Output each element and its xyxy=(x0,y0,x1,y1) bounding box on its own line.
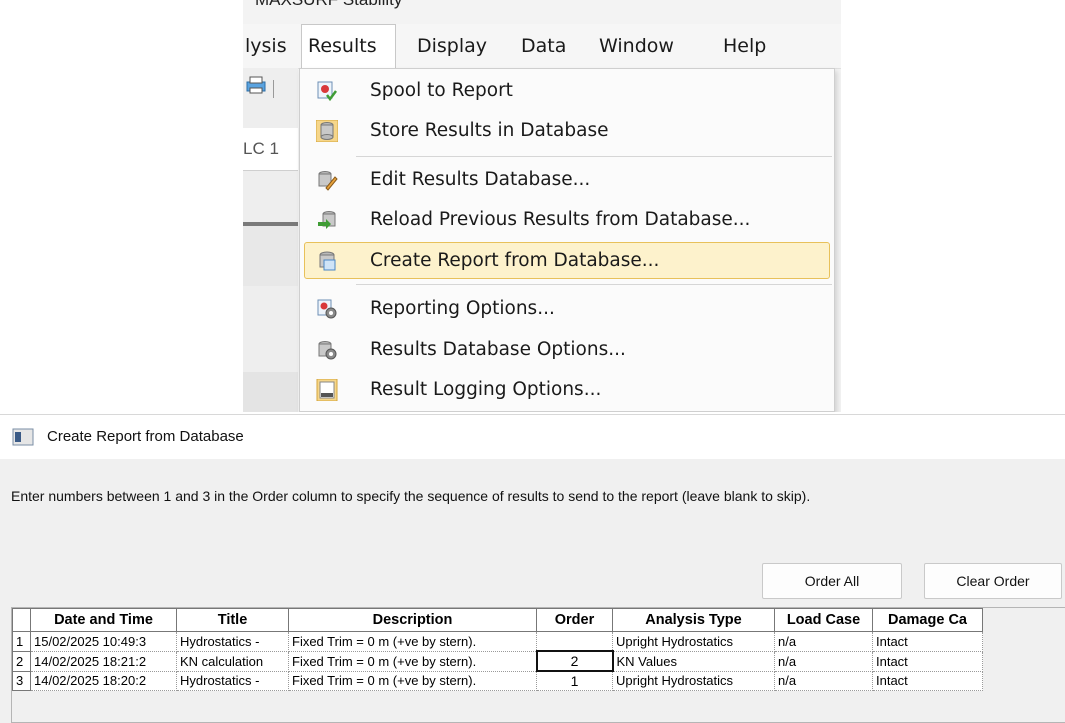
cell-title[interactable]: Hydrostatics - xyxy=(176,670,289,691)
dialog-title: Create Report from Database xyxy=(47,428,244,445)
results-menu: Spool to Report Store Results in Databas… xyxy=(299,68,835,412)
corner-header xyxy=(12,608,31,632)
menu-item-label: Results Database Options... xyxy=(370,339,626,360)
reload-database-icon xyxy=(318,211,336,229)
menu-item-label: Spool to Report xyxy=(370,80,513,101)
application-window: MAXSURF Stability lysis Results Display … xyxy=(243,0,841,412)
menu-item-result-logging-options[interactable]: Result Logging Options... xyxy=(300,370,834,410)
table-header-row: Date and Time Title Description Order An… xyxy=(12,608,983,632)
menu-display[interactable]: Display xyxy=(411,24,493,68)
cell-date-time[interactable]: 15/02/2025 10:49:3 xyxy=(30,631,177,652)
table-row: 3 14/02/2025 18:20:2 Hydrostatics - Fixe… xyxy=(12,670,983,691)
menu-separator xyxy=(356,156,832,157)
table-row: 1 15/02/2025 10:49:3 Hydrostatics - Fixe… xyxy=(12,631,983,652)
cell-title[interactable]: Hydrostatics - xyxy=(176,631,289,652)
cell-order[interactable]: 1 xyxy=(536,670,613,691)
menu-item-label: Result Logging Options... xyxy=(370,379,602,400)
menu-help[interactable]: Help xyxy=(717,24,772,68)
menu-item-results-database-options[interactable]: Results Database Options... xyxy=(300,330,834,370)
instructions-text: Enter numbers between 1 and 3 in the Ord… xyxy=(11,488,811,504)
toolbar-separator xyxy=(273,80,274,98)
menu-item-reload-previous-results[interactable]: Reload Previous Results from Database... xyxy=(300,200,834,240)
cell-damage-case[interactable]: Intact xyxy=(872,650,983,672)
menu-item-reporting-options[interactable]: Reporting Options... xyxy=(300,289,834,329)
dialog-body: Enter numbers between 1 and 3 in the Ord… xyxy=(0,459,1065,723)
create-report-dialog: Create Report from Database Enter number… xyxy=(0,414,1065,723)
cell-damage-case[interactable]: Intact xyxy=(872,631,983,652)
cell-date-time[interactable]: 14/02/2025 18:21:2 xyxy=(30,650,177,672)
menu-item-label: Reload Previous Results from Database... xyxy=(370,209,751,230)
menu-separator xyxy=(356,284,832,285)
cell-order-selected[interactable]: 2 xyxy=(535,650,614,672)
table-row: 2 14/02/2025 18:21:2 KN calculation Fixe… xyxy=(12,650,983,672)
menu-item-label: Reporting Options... xyxy=(370,298,555,319)
cell-load-case[interactable]: n/a xyxy=(774,631,873,652)
menu-window[interactable]: Window xyxy=(593,24,680,68)
row-number[interactable]: 2 xyxy=(12,650,31,672)
log-icon xyxy=(316,379,338,401)
cell-analysis-type[interactable]: Upright Hydrostatics xyxy=(612,670,775,691)
cell-damage-case[interactable]: Intact xyxy=(872,670,983,691)
print-icon[interactable] xyxy=(245,74,267,96)
menu-analysis[interactable]: lysis xyxy=(243,24,293,68)
cell-order[interactable] xyxy=(536,631,613,652)
cell-date-time[interactable]: 14/02/2025 18:20:2 xyxy=(30,670,177,691)
window-icon xyxy=(12,428,34,446)
row-number[interactable]: 3 xyxy=(12,670,31,691)
cell-description[interactable]: Fixed Trim = 0 m (+ve by stern). xyxy=(288,631,537,652)
database-options-icon xyxy=(318,341,337,360)
results-grid: Date and Time Title Description Order An… xyxy=(11,607,1065,723)
dialog-titlebar: Create Report from Database xyxy=(0,415,1065,459)
column-header-damage-case[interactable]: Damage Ca xyxy=(872,608,983,632)
order-all-button[interactable]: Order All xyxy=(762,563,902,599)
menu-item-create-report-from-database[interactable]: Create Report from Database... xyxy=(300,241,834,281)
cell-description[interactable]: Fixed Trim = 0 m (+ve by stern). xyxy=(288,670,537,691)
column-header-analysis-type[interactable]: Analysis Type xyxy=(612,608,775,632)
results-table: Date and Time Title Description Order An… xyxy=(12,608,983,691)
cell-analysis-type[interactable]: Upright Hydrostatics xyxy=(612,631,775,652)
database-icon xyxy=(316,120,338,142)
panel-header xyxy=(243,226,298,286)
menu-item-label: Edit Results Database... xyxy=(370,169,591,190)
cell-description[interactable]: Fixed Trim = 0 m (+ve by stern). xyxy=(288,650,537,672)
menu-results[interactable]: Results xyxy=(301,24,396,68)
cell-load-case[interactable]: n/a xyxy=(774,650,873,672)
menu-item-label: Store Results in Database xyxy=(370,120,609,141)
tab-load-case[interactable]: LC 1 xyxy=(243,128,298,171)
panel-footer xyxy=(243,372,298,412)
reporting-options-icon xyxy=(317,299,337,319)
spool-report-icon xyxy=(317,81,337,102)
menu-item-edit-results-database[interactable]: Edit Results Database... xyxy=(300,160,834,200)
app-title: MAXSURF Stability xyxy=(255,0,402,10)
row-number[interactable]: 1 xyxy=(12,631,31,652)
column-header-order[interactable]: Order xyxy=(536,608,613,632)
cell-analysis-type[interactable]: KN Values xyxy=(612,650,775,672)
menu-item-label: Create Report from Database... xyxy=(370,250,660,271)
menu-item-spool-to-report[interactable]: Spool to Report xyxy=(300,71,834,111)
cell-load-case[interactable]: n/a xyxy=(774,670,873,691)
clear-order-button[interactable]: Clear Order xyxy=(924,563,1062,599)
cell-title[interactable]: KN calculation xyxy=(176,650,289,672)
column-header-title[interactable]: Title xyxy=(176,608,289,632)
menu-data[interactable]: Data xyxy=(515,24,572,68)
edit-database-icon xyxy=(318,171,338,191)
create-report-icon xyxy=(319,251,336,271)
column-header-date-time[interactable]: Date and Time xyxy=(30,608,177,632)
column-header-description[interactable]: Description xyxy=(288,608,537,632)
menu-item-store-results[interactable]: Store Results in Database xyxy=(300,111,834,151)
menubar: lysis Results Display Data Window Help xyxy=(243,24,841,69)
column-header-load-case[interactable]: Load Case xyxy=(774,608,873,632)
